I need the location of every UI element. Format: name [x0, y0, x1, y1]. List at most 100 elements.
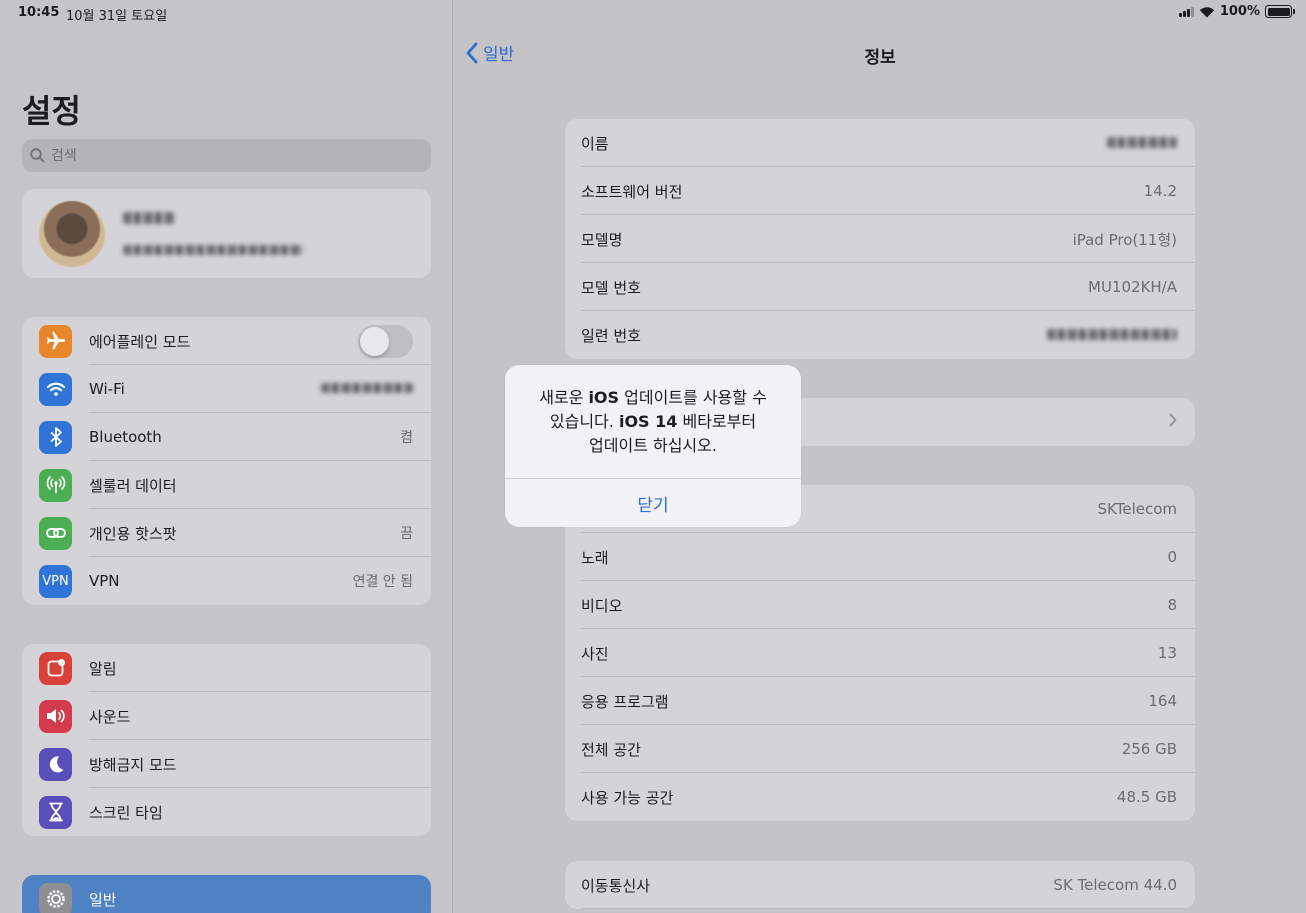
sidebar-title: 설정 — [22, 92, 81, 130]
info-value: SKTelecom — [1097, 500, 1177, 518]
info-label: 비디오 — [581, 596, 623, 615]
sidebar-item-label: 방해금지 모드 — [89, 755, 177, 774]
hotspot-icon — [39, 516, 72, 550]
info-value: 164 — [1148, 692, 1177, 710]
info-row-name[interactable]: 이름 — [565, 119, 1195, 167]
sidebar-item-label: 스크린 타임 — [89, 803, 163, 822]
connectivity-group: 에어플레인 모드 Wi-Fi Bluetooth 켬 셀룰러 데이터 개인용 핫… — [22, 317, 431, 605]
info-value: 256 GB — [1121, 740, 1177, 758]
sidebar-item-label: 일반 — [89, 890, 117, 909]
moon-icon — [39, 747, 72, 781]
sidebar-item-label: 에어플레인 모드 — [89, 332, 191, 351]
status-time: 10:45 — [18, 5, 60, 20]
info-value: 8 — [1167, 596, 1177, 614]
device-info-card: 이름 소프트웨어 버전 14.2 모델명 iPad Pro(11형) 모델 번호… — [565, 119, 1195, 359]
info-row-software-version[interactable]: 소프트웨어 버전 14.2 — [565, 167, 1195, 215]
status-indicators: 100% — [1178, 4, 1295, 19]
info-row-videos: 비디오 8 — [565, 581, 1195, 629]
info-label: 사진 — [581, 644, 609, 663]
alert-close-button[interactable]: 닫기 — [505, 479, 801, 527]
info-label: 모델명 — [581, 230, 623, 249]
cellular-signal-icon — [1178, 6, 1194, 17]
info-label: 사용 가능 공간 — [581, 788, 674, 807]
device-name-redacted — [1107, 134, 1177, 152]
sidebar-item-vpn[interactable]: VPN VPN 연결 안 됨 — [22, 557, 431, 605]
info-label: 전체 공간 — [581, 740, 641, 759]
sidebar-item-hotspot[interactable]: 개인용 핫스팟 끔 — [22, 509, 431, 557]
search-icon — [30, 148, 45, 163]
hourglass-icon — [39, 795, 72, 829]
info-value: 14.2 — [1143, 182, 1177, 200]
sidebar-item-label: 셀룰러 데이터 — [89, 476, 177, 495]
avatar — [39, 200, 105, 267]
serial-number-redacted — [1047, 326, 1177, 344]
info-label: 이름 — [581, 134, 609, 153]
wifi-status-icon — [1199, 6, 1215, 17]
hotspot-status: 끔 — [400, 526, 413, 542]
sidebar-item-general[interactable]: 일반 — [22, 875, 431, 913]
info-label: 일련 번호 — [581, 326, 641, 345]
info-label: 모델 번호 — [581, 278, 641, 297]
sidebar-item-label: 사운드 — [89, 707, 131, 726]
sidebar-item-label: 개인용 핫스팟 — [89, 524, 177, 543]
apple-id-profile[interactable] — [22, 189, 431, 278]
info-row-model-name: 모델명 iPad Pro(11형) — [565, 215, 1195, 263]
sidebar-item-screen-time[interactable]: 스크린 타임 — [22, 788, 431, 836]
profile-subtitle-redacted — [123, 244, 303, 255]
status-date: 10월 31일 토요일 — [66, 9, 168, 24]
info-value: 48.5 GB — [1116, 788, 1177, 806]
info-row-carrier[interactable]: 이동통신사 SK Telecom 44.0 — [565, 861, 1195, 909]
page-title: 정보 — [864, 48, 896, 68]
info-value: SK Telecom 44.0 — [1053, 876, 1177, 894]
settings-sidebar: 10:45 10월 31일 토요일 설정 에어플레인 모드 Wi-Fi — [0, 0, 453, 913]
update-alert-dialog: 새로운 iOS 업데이트를 사용할 수 있습니다. iOS 14 베타로부터 업… — [505, 365, 801, 527]
bluetooth-status: 켬 — [400, 430, 413, 446]
vpn-icon: VPN — [39, 564, 72, 598]
battery-icon — [1265, 5, 1295, 18]
sidebar-item-notifications[interactable]: 알림 — [22, 644, 431, 692]
info-value: 13 — [1157, 644, 1177, 662]
airplane-mode-toggle[interactable] — [358, 324, 413, 358]
info-row-songs: 노래 0 — [565, 533, 1195, 581]
airplane-icon — [39, 324, 72, 358]
battery-percent: 100% — [1219, 4, 1260, 19]
sidebar-item-cellular[interactable]: 셀룰러 데이터 — [22, 461, 431, 509]
info-row-capacity: 전체 공간 256 GB — [565, 725, 1195, 773]
info-row-model-number[interactable]: 모델 번호 MU102KH/A — [565, 263, 1195, 311]
sidebar-item-airplane[interactable]: 에어플레인 모드 — [22, 317, 431, 365]
sidebar-item-sound[interactable]: 사운드 — [22, 692, 431, 740]
info-row-applications: 응용 프로그램 164 — [565, 677, 1195, 725]
info-label: 응용 프로그램 — [581, 692, 669, 711]
info-label: 노래 — [581, 548, 609, 567]
info-value: 0 — [1167, 548, 1177, 566]
gear-icon — [39, 882, 72, 913]
notifications-icon — [39, 651, 72, 685]
vpn-status: 연결 안 됨 — [352, 574, 413, 590]
sidebar-item-wifi[interactable]: Wi-Fi — [22, 365, 431, 413]
info-label: 소프트웨어 버전 — [581, 182, 683, 201]
info-row-serial-number[interactable]: 일련 번호 — [565, 311, 1195, 359]
usage-card: SKTelecom 노래 0 비디오 8 사진 13 응용 프로그램 164 전… — [565, 485, 1195, 821]
bluetooth-icon — [39, 420, 72, 454]
sidebar-item-label: VPN — [89, 572, 120, 590]
sidebar-item-do-not-disturb[interactable]: 방해금지 모드 — [22, 740, 431, 788]
wifi-network-redacted — [321, 381, 413, 397]
wifi-icon — [39, 372, 72, 406]
cellular-icon — [39, 468, 72, 502]
search-bar[interactable] — [22, 139, 431, 172]
info-label: 이동통신사 — [581, 876, 651, 895]
alert-message: 새로운 iOS 업데이트를 사용할 수 있습니다. iOS 14 베타로부터 업… — [539, 388, 767, 455]
profile-name-redacted — [123, 211, 175, 224]
info-value: iPad Pro(11형) — [1072, 230, 1177, 249]
sidebar-item-label: Bluetooth — [89, 428, 162, 446]
notifications-group: 알림 사운드 방해금지 모드 스크린 타임 — [22, 644, 431, 836]
sound-icon — [39, 699, 72, 733]
chevron-right-icon — [1169, 413, 1177, 431]
sidebar-item-bluetooth[interactable]: Bluetooth 켬 — [22, 413, 431, 461]
general-group: 일반 — [22, 875, 431, 913]
info-value: MU102KH/A — [1088, 278, 1177, 296]
carrier-card: 이동통신사 SK Telecom 44.0 — [565, 861, 1195, 909]
search-input[interactable] — [51, 147, 411, 164]
sidebar-item-label: 알림 — [89, 659, 117, 678]
info-row-photos: 사진 13 — [565, 629, 1195, 677]
